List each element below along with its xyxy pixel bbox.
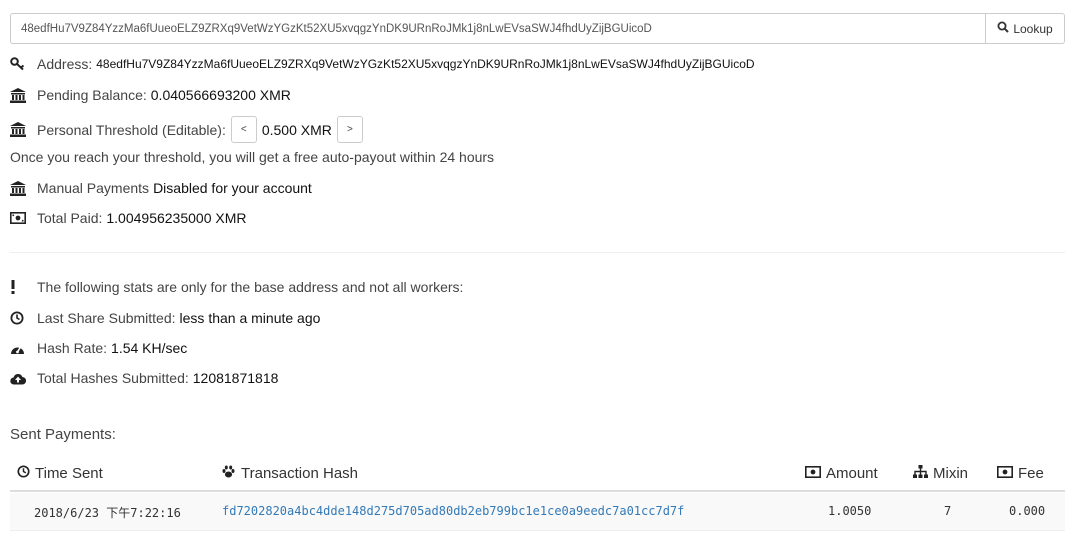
column-transaction-hash: Transaction Hash [221,465,358,482]
column-fee: Fee [997,465,1044,482]
hash-rate-value: 1.54 KH/sec [111,340,188,356]
payment-time: 2018/6/23 下午7:22:16 [34,506,181,520]
stats-notice-line: The following stats are only for the bas… [10,279,463,295]
threshold-decrease-button[interactable]: < [230,116,257,143]
clock-icon [10,310,28,326]
threshold-note: Once you reach your threshold, you will … [10,149,495,165]
last-share-line: Last Share Submitted: less than a minute… [10,310,320,326]
address-search-input[interactable] [10,13,985,44]
section-divider [10,252,1065,253]
threshold-line: Personal Threshold (Editable): < 0.500 X… [10,116,368,143]
clock-icon [17,465,30,482]
dashboard-icon [10,340,28,356]
lookup-button[interactable]: Lookup [985,13,1065,44]
money-icon [10,210,28,226]
money-icon [997,465,1013,482]
total-paid-line: Total Paid: 1.004956235000 XMR [10,210,246,226]
key-icon [10,56,28,72]
transaction-hash-link[interactable]: fd7202820a4bc4dde148d275d705ad80db2eb799… [222,504,684,518]
payment-mixin: 7 [944,504,952,518]
pending-balance-line: Pending Balance: 0.040566693200 XMR [10,87,291,103]
exclamation-icon [10,279,28,295]
table-row: 2018/6/23 下午7:22:16 fd7202820a4bc4dde148… [10,493,1065,531]
total-paid-label: Total Paid: [37,210,103,226]
threshold-label: Personal Threshold (Editable): [37,121,226,138]
hash-rate-label: Hash Rate: [37,340,108,356]
search-icon [997,21,1010,36]
payment-fee: 0.000 [1009,504,1046,518]
address-label: Address: [37,56,93,72]
bank-icon [10,87,28,103]
threshold-increase-button[interactable]: > [336,116,363,143]
total-hashes-line: Total Hashes Submitted: 12081871818 [10,370,278,386]
bank-icon [10,180,28,196]
manual-payments-line: Manual Payments Disabled for your accoun… [10,180,312,196]
threshold-value: 0.500 XMR [261,121,332,138]
sitemap-icon [913,465,928,482]
last-share-label: Last Share Submitted: [37,310,176,326]
sent-payments-title: Sent Payments: [10,426,116,443]
paw-icon [221,465,236,482]
payments-table-header: Time Sent Transaction Hash Amount Mixin … [10,455,1065,492]
manual-payments-label: Manual Payments [37,180,150,196]
payment-amount: 1.0050 [828,504,872,518]
total-paid-value: 1.004956235000 XMR [106,210,247,226]
bank-icon [10,122,28,138]
address-value: 48edfHu7V9Z84YzzMa6fUueoELZ9ZRXq9VetWzYG… [96,57,755,71]
column-mixin: Mixin [913,465,968,482]
search-bar: Lookup [10,13,1065,44]
total-hashes-value: 12081871818 [192,370,279,386]
pending-balance-value: 0.040566693200 XMR [150,87,291,103]
stats-notice: The following stats are only for the bas… [37,279,464,295]
hash-rate-line: Hash Rate: 1.54 KH/sec [10,340,187,356]
manual-payments-value: Disabled for your account [153,180,312,196]
threshold-note-line: Once you reach your threshold, you will … [10,149,494,165]
lookup-button-label: Lookup [1013,21,1053,36]
cloud-upload-icon [10,370,28,386]
pending-balance-label: Pending Balance: [37,87,147,103]
address-line: Address: 48edfHu7V9Z84YzzMa6fUueoELZ9ZRX… [10,56,755,72]
money-icon [805,465,821,482]
total-hashes-label: Total Hashes Submitted: [37,370,189,386]
column-amount: Amount [805,465,878,482]
last-share-value: less than a minute ago [179,310,321,326]
column-time-sent: Time Sent [17,465,103,482]
